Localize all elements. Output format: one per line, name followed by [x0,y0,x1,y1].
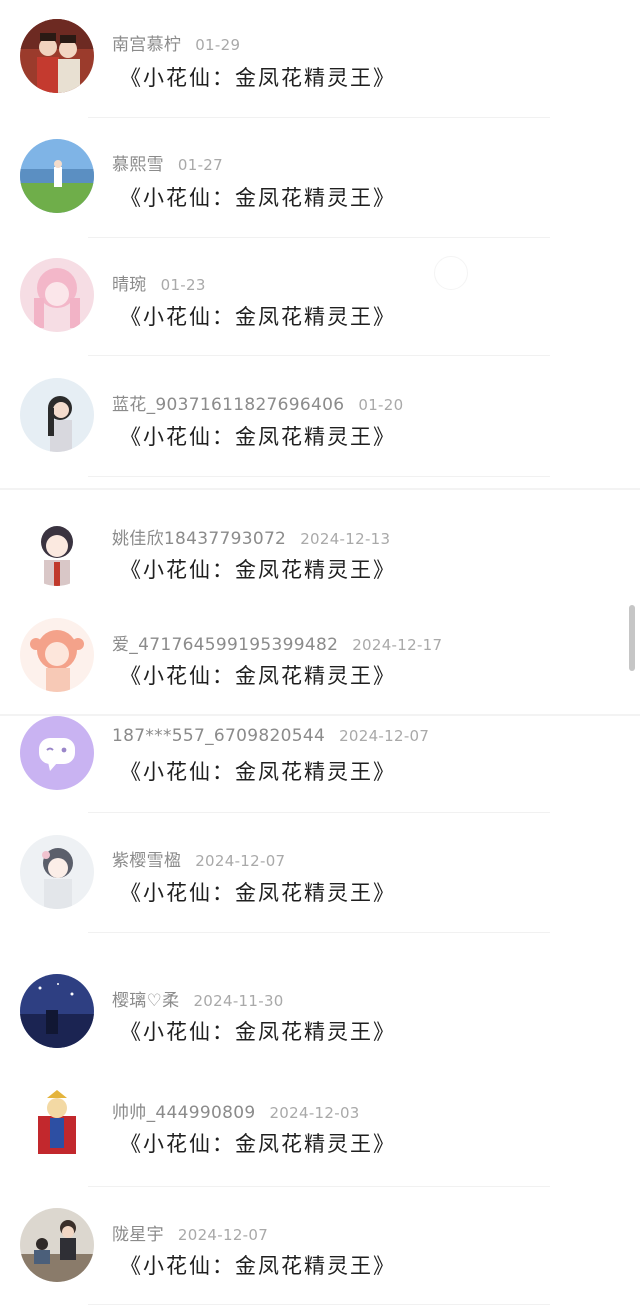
comment-text: 《小花仙：金凤花精灵王》 [120,558,396,582]
comment-text: 《小花仙：金凤花精灵王》 [120,1020,396,1044]
comment-row[interactable]: 南宫慕柠 01-29 《小花仙：金凤花精灵王》 [0,0,640,118]
comment-text: 《小花仙：金凤花精灵王》 [120,1132,396,1156]
row-divider [88,812,550,813]
username[interactable]: 姚佳欣18437793072 [112,529,286,549]
username[interactable]: 紫樱雪楹 [112,851,181,871]
comment-date: 2024-12-03 [269,1104,360,1122]
comment-header: 爱_471764599195399482 2024-12-17 [112,630,442,655]
comment-row[interactable]: 爱_471764599195399482 2024-12-17 《小花仙：金凤花精… [0,598,640,716]
row-divider [88,1186,550,1187]
comment-date: 2024-12-07 [195,852,286,870]
comment-date: 2024-12-07 [177,1226,269,1244]
row-divider [88,932,550,933]
avatar-landscape-icon[interactable] [20,139,94,213]
comment-date: 2024-11-30 [193,992,284,1010]
comment-row[interactable]: 晴琬 01-23 《小花仙：金凤花精灵王》 [0,240,640,358]
avatar-night-sky-icon[interactable] [20,974,94,1048]
comment-row[interactable]: 慕熙雪 01-27 《小花仙：金凤花精灵王》 [0,120,640,238]
username[interactable]: 樱璃♡柔 [112,991,179,1011]
comment-row[interactable]: 帅帅_444990809 2024-12-03 《小花仙：金凤花精灵王》 [0,1068,640,1186]
row-divider [88,355,550,356]
comment-text: 《小花仙：金凤花精灵王》 [120,305,396,329]
comment-text: 《小花仙：金凤花精灵王》 [120,186,396,210]
comment-header: 187***557_6709820544 2024-12-07 [112,726,429,746]
comment-header: 慕熙雪 01-27 [112,150,223,175]
row-divider [88,1304,550,1305]
row-divider [88,117,550,118]
avatar-ancient-girl-icon[interactable] [20,835,94,909]
comment-date: 2024-12-17 [352,636,443,654]
comment-header: 樱璃♡柔 2024-11-30 [112,986,284,1011]
avatar-orange-hair-icon[interactable] [20,618,94,692]
comment-text: 《小花仙：金凤花精灵王》 [120,760,396,784]
comment-date: 01-29 [195,36,241,54]
avatar-pink-anime-icon[interactable] [20,258,94,332]
comment-date: 2024-12-13 [300,530,391,548]
row-divider [88,237,550,238]
username[interactable]: 晴琬 [112,275,147,295]
comment-header: 姚佳欣18437793072 2024-12-13 [112,524,390,549]
comment-text: 《小花仙：金凤花精灵王》 [120,881,396,905]
username[interactable]: 帅帅_444990809 [112,1103,255,1123]
comment-date: 01-20 [358,396,404,414]
comment-row[interactable]: 蓝花_90371611827696406 01-20 《小花仙：金凤花精灵王》 [0,358,640,476]
username[interactable]: 南宫慕柠 [112,35,181,55]
comment-date: 01-23 [160,276,206,294]
comment-header: 晴琬 01-23 [112,270,206,295]
comment-header: 帅帅_444990809 2024-12-03 [112,1098,360,1123]
comment-header: 蓝花_90371611827696406 01-20 [112,390,403,415]
comment-text: 《小花仙：金凤花精灵王》 [120,425,396,449]
row-divider [88,476,550,477]
comment-header: 南宫慕柠 01-29 [112,30,240,55]
username[interactable]: 187***557_6709820544 [112,726,325,746]
username[interactable]: 爱_471764599195399482 [112,635,338,655]
avatar-classroom-icon[interactable] [20,1208,94,1282]
comment-date: 01-27 [177,156,223,174]
comment-header: 陇星宇 2024-12-07 [112,1220,268,1245]
comment-header: 紫樱雪楹 2024-12-07 [112,846,285,871]
avatar-default-chat-icon[interactable] [20,716,94,790]
comment-row[interactable]: 紫樱雪楹 2024-12-07 《小花仙：金凤花精灵王》 [0,816,640,934]
comment-text: 《小花仙：金凤花精灵王》 [120,664,396,688]
avatar-girl-icon[interactable] [20,378,94,452]
comment-row[interactable]: 樱璃♡柔 2024-11-30 《小花仙：金凤花精灵王》 [0,956,640,1074]
comment-row[interactable]: 姚佳欣18437793072 2024-12-13 《小花仙：金凤花精灵王》 [0,492,640,610]
username[interactable]: 陇星宇 [112,1225,164,1245]
avatar-couple-icon[interactable] [20,19,94,93]
username[interactable]: 慕熙雪 [112,155,164,175]
comment-date: 2024-12-07 [339,727,430,745]
section-divider [0,714,640,716]
avatar-anime-girl-icon[interactable] [20,512,94,586]
comment-text: 《小花仙：金凤花精灵王》 [120,66,396,90]
section-divider [0,488,640,490]
username[interactable]: 蓝花_90371611827696406 [112,395,344,415]
comment-row[interactable]: 陇星宇 2024-12-07 《小花仙：金凤花精灵王》 [0,1190,640,1308]
avatar-hero-icon[interactable] [20,1086,94,1160]
scrollbar-thumb[interactable] [629,605,635,671]
comment-text: 《小花仙：金凤花精灵王》 [120,1254,396,1278]
